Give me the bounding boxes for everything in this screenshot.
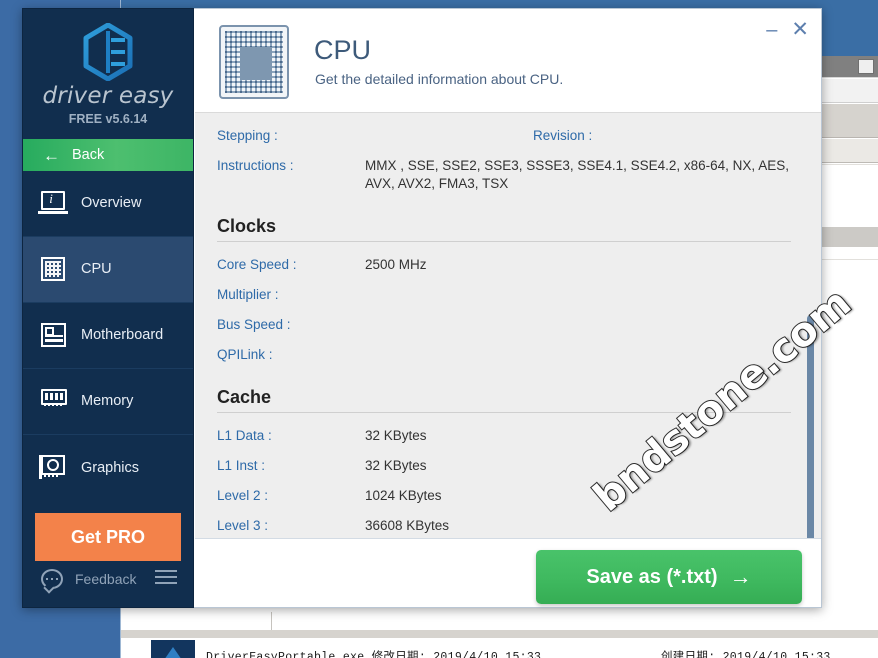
row-core-speed: Core Speed : 2500 MHz	[217, 256, 795, 274]
close-icon[interactable]: ✕	[791, 19, 809, 40]
instructions-label: Instructions :	[217, 157, 365, 193]
section-title: Clocks	[217, 216, 795, 237]
section-divider	[217, 412, 791, 413]
driver-easy-window: driver easy FREE v5.6.14 ← Back Overview…	[22, 8, 822, 608]
background-file-row-right: 创建日期: 2019/4/10 15:33	[661, 648, 831, 658]
feedback-label[interactable]: Feedback	[75, 571, 136, 587]
panel-header: CPU Get the detailed information about C…	[194, 9, 821, 112]
sidebar: driver easy FREE v5.6.14 ← Back Overview…	[22, 8, 194, 608]
l1-inst-value: 32 KBytes	[365, 457, 427, 475]
sidebar-item-label: Memory	[81, 394, 133, 409]
sidebar-item-label: CPU	[81, 262, 112, 277]
stepping-label: Stepping :	[217, 127, 365, 145]
instructions-value: MMX , SSE, SSE2, SSE3, SSSE3, SSE4.1, SS…	[365, 157, 795, 193]
background-details-strip: DriverEasyPortable.exe 修改日期: 2019/4/10 1…	[121, 612, 878, 658]
logo-area: driver easy FREE v5.6.14	[23, 9, 193, 139]
section-title: Cache	[217, 387, 795, 408]
back-label: Back	[72, 147, 104, 163]
sidebar-item-cpu[interactable]: CPU	[23, 237, 193, 303]
content-inner: Stepping : Revision : Instructions : MMX…	[195, 113, 821, 535]
core-speed-value: 2500 MHz	[365, 256, 427, 274]
scrollbar-thumb[interactable]	[807, 315, 814, 540]
sidebar-item-graphics[interactable]: Graphics	[23, 435, 193, 501]
page-subtitle: Get the detailed information about CPU.	[315, 71, 563, 87]
hamburger-list-icon[interactable]	[155, 570, 177, 588]
multiplier-label: Multiplier :	[217, 286, 365, 304]
row-level-2: Level 2 : 1024 KBytes	[217, 487, 795, 505]
row-l1-data: L1 Data : 32 KBytes	[217, 427, 795, 445]
cpu-chip-icon	[41, 257, 67, 283]
section-clocks: Clocks Core Speed : 2500 MHz Multiplier …	[217, 216, 795, 365]
sidebar-item-memory[interactable]: Memory	[23, 369, 193, 435]
sidebar-item-label: Graphics	[81, 461, 139, 476]
graphics-card-icon	[41, 455, 67, 481]
version-label: FREE v5.6.14	[23, 112, 193, 126]
row-bus-speed: Bus Speed :	[217, 316, 795, 334]
row-multiplier: Multiplier :	[217, 286, 795, 304]
window-controls: – ✕	[766, 19, 809, 40]
content-scrollbar[interactable]	[806, 115, 815, 539]
cpu-chip-large-icon	[219, 25, 289, 99]
l1-data-value: 32 KBytes	[365, 427, 427, 445]
row-l1-inst: L1 Inst : 32 KBytes	[217, 457, 795, 475]
section-cache: Cache L1 Data : 32 KBytes L1 Inst : 32 K…	[217, 387, 795, 536]
level-2-label: Level 2 :	[217, 487, 365, 505]
sidebar-item-label: Overview	[81, 196, 141, 211]
level-3-label: Level 3 :	[217, 517, 365, 535]
back-button[interactable]: ← Back	[23, 139, 193, 171]
l1-data-label: L1 Data :	[217, 427, 365, 445]
sidebar-item-label: Motherboard	[81, 328, 163, 343]
screen-root: 6.13.33.. 小 314 KB DriverEasyPortable.ex…	[0, 0, 878, 658]
arrow-right-icon: →	[730, 564, 752, 590]
app-file-icon	[151, 640, 195, 658]
motherboard-icon	[41, 323, 67, 349]
hexagon-logo-icon	[81, 23, 135, 81]
back-arrow-icon: ←	[43, 147, 60, 164]
row-stepping-revision: Stepping : Revision :	[217, 127, 795, 145]
minimize-icon[interactable]: –	[766, 20, 777, 40]
chat-bubble-icon[interactable]	[41, 569, 63, 589]
row-instructions: Instructions : MMX , SSE, SSE2, SSE3, SS…	[217, 157, 795, 193]
save-button-label: Save as (*.txt)	[586, 566, 717, 589]
content-scroll-area[interactable]: Stepping : Revision : Instructions : MMX…	[195, 112, 821, 540]
background-toolbar-button[interactable]	[858, 59, 874, 74]
brand-name: driver easy	[23, 83, 193, 109]
bus-speed-label: Bus Speed :	[217, 316, 365, 334]
level-3-value: 36608 KBytes	[365, 517, 449, 535]
stepping-value	[365, 127, 533, 145]
core-speed-label: Core Speed :	[217, 256, 365, 274]
page-title: CPU	[314, 35, 371, 66]
sidebar-item-overview[interactable]: Overview	[23, 171, 193, 237]
panel-footer: Save as (*.txt) →	[195, 538, 821, 606]
save-as-txt-button[interactable]: Save as (*.txt) →	[536, 550, 802, 604]
sidebar-item-motherboard[interactable]: Motherboard	[23, 303, 193, 369]
section-divider	[217, 241, 791, 242]
monitor-info-icon	[41, 191, 67, 217]
level-2-value: 1024 KBytes	[365, 487, 442, 505]
qpilink-label: QPILink :	[217, 346, 365, 364]
row-level-3: Level 3 : 36608 KBytes	[217, 517, 795, 535]
feedback-bar: Feedback	[23, 551, 193, 607]
memory-ram-icon	[41, 389, 67, 415]
l1-inst-label: L1 Inst :	[217, 457, 365, 475]
revision-label: Revision :	[533, 127, 683, 145]
main-panel: CPU Get the detailed information about C…	[194, 8, 822, 608]
row-qpilink: QPILink :	[217, 346, 795, 364]
background-file-row-left: DriverEasyPortable.exe 修改日期: 2019/4/10 1…	[206, 648, 541, 658]
